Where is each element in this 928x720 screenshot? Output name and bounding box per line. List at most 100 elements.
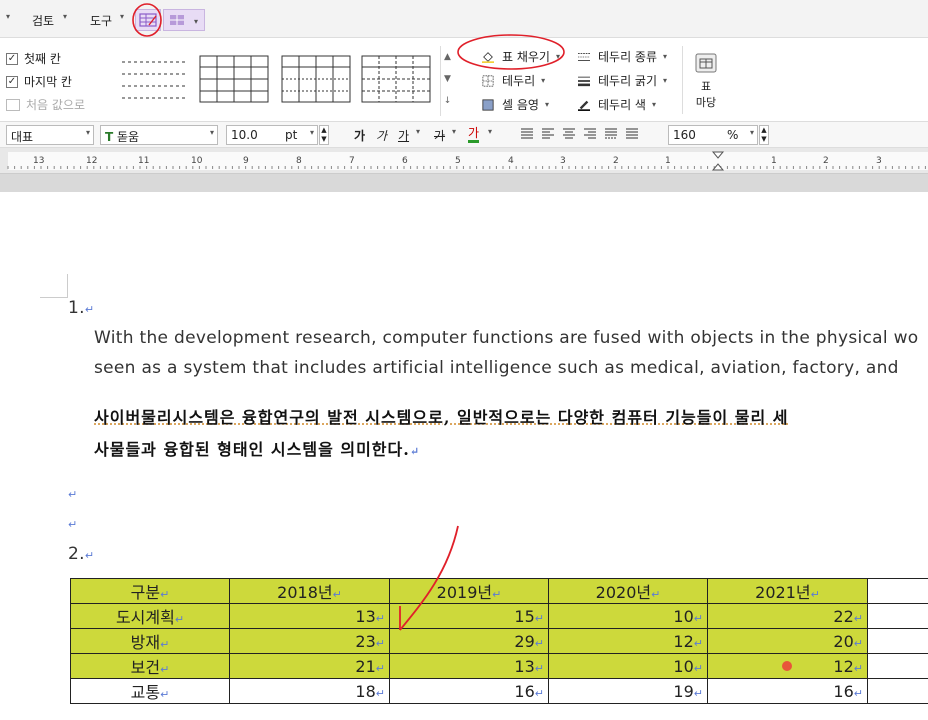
- italic-button[interactable]: 가: [376, 127, 387, 144]
- table-yard-button[interactable]: 표 마당: [692, 52, 720, 111]
- table-cell-extra[interactable]: [867, 653, 928, 679]
- reset-icon: [6, 98, 20, 111]
- list-item-2: 2.↵: [68, 544, 95, 564]
- menu-review-caret[interactable]: ▾: [63, 12, 67, 21]
- value-cell[interactable]: 12↵: [707, 653, 868, 679]
- empty-paragraph: ↵: [68, 518, 78, 531]
- row-label-cell[interactable]: 도시계획↵: [70, 603, 230, 629]
- ruler-label: 13: [33, 156, 44, 166]
- value-cell[interactable]: 13↵: [229, 603, 390, 629]
- paragraph-mark-icon: ↵: [84, 549, 95, 562]
- gallery-scroll[interactable]: ▲ ▼ ↓: [440, 46, 454, 116]
- table-cell-extra[interactable]: [867, 678, 928, 704]
- paragraph-mark-icon: ↵: [84, 303, 95, 316]
- checkbox-checked-icon[interactable]: ✓: [6, 75, 18, 88]
- menu-prev-dropdown[interactable]: ▾: [6, 12, 10, 21]
- header-cell[interactable]: 2020년↵: [548, 578, 708, 604]
- border-type-button[interactable]: 테두리 종류 ▾: [576, 48, 667, 65]
- value-cell[interactable]: 19↵: [548, 678, 708, 704]
- data-table[interactable]: 구분↵ 2018년↵ 2019년↵ 2020년↵ 2021년↵ 도시계획↵ 13…: [70, 578, 928, 704]
- table-style-3[interactable]: [280, 54, 352, 104]
- chevron-down-icon: ▾: [209, 128, 214, 137]
- border-weight-icon: [578, 76, 590, 86]
- strike-button[interactable]: 가: [434, 127, 445, 144]
- value-cell[interactable]: 29↵: [389, 628, 549, 654]
- value-cell[interactable]: 10↵: [548, 603, 708, 629]
- bold-button[interactable]: 가: [354, 127, 365, 144]
- ruler-label: 5: [455, 156, 461, 166]
- reset-option[interactable]: 처음 값으로: [6, 96, 85, 113]
- page-gap: [0, 174, 928, 192]
- align-justify-icon[interactable]: [520, 127, 534, 141]
- border-icon: [482, 74, 494, 87]
- table-cell-extra[interactable]: [867, 603, 928, 629]
- list-item-1: 1.↵: [68, 298, 95, 318]
- ruler-label: 10: [191, 156, 203, 166]
- align-left-icon[interactable]: [541, 127, 555, 141]
- value-cell[interactable]: 10↵: [548, 653, 708, 679]
- header-cell[interactable]: 구분↵: [70, 578, 230, 604]
- border-weight-button[interactable]: 테두리 굵기 ▾: [576, 72, 667, 89]
- distribute-icon[interactable]: [604, 127, 618, 141]
- value-cell[interactable]: 21↵: [229, 653, 390, 679]
- zoom-stepper[interactable]: ▲ ▼: [759, 125, 769, 145]
- ruler-label: 11: [138, 156, 149, 166]
- zoom-select[interactable]: 160% ▾: [668, 125, 758, 145]
- english-line-2: seen as a system that includes artificia…: [94, 358, 899, 378]
- border-button[interactable]: 테두리 ▾: [480, 72, 545, 89]
- first-col-option[interactable]: ✓ 첫째 칸: [6, 50, 61, 67]
- font-size-input[interactable]: 10.0 pt ▾: [226, 125, 318, 145]
- header-cell[interactable]: 2018년↵: [229, 578, 390, 604]
- pen-icon: [578, 100, 590, 111]
- value-cell[interactable]: 13↵: [389, 653, 549, 679]
- ruler-label: 3: [876, 156, 882, 166]
- underline-dropdown[interactable]: ▾: [416, 127, 420, 136]
- svg-text:▾: ▾: [194, 17, 198, 26]
- border-color-button[interactable]: 테두리 색 ▾: [576, 96, 656, 113]
- row-label-cell[interactable]: 방재↵: [70, 628, 230, 654]
- row-label-cell[interactable]: 교통↵: [70, 678, 230, 704]
- format-toolbar: 대표 ▾ T 돋움 ▾ 10.0 pt ▾ ▲ ▼ 가 가 가 ▾ 가 ▾ 가 ▾ 160…: [0, 122, 928, 148]
- ribbon: ✓ 첫째 칸 ✓ 마지막 칸 처음 값으로 ▲ ▼ ↓ 표 채우기 ▾ 테두리 ▾ 셀 음영…: [0, 34, 928, 122]
- font-color-button[interactable]: 가: [468, 126, 480, 143]
- cell-shade-button[interactable]: 셀 음영 ▾: [480, 96, 549, 113]
- divide-icon[interactable]: [625, 127, 639, 141]
- menu-tools-caret[interactable]: ▾: [120, 12, 124, 21]
- table-cell-extra[interactable]: [867, 578, 928, 604]
- underline-button[interactable]: 가: [398, 127, 409, 144]
- row-label-cell[interactable]: 보건↵: [70, 653, 230, 679]
- last-col-option[interactable]: ✓ 마지막 칸: [6, 73, 72, 90]
- menu-review[interactable]: 검토: [32, 12, 54, 29]
- strike-dropdown[interactable]: ▾: [452, 127, 456, 136]
- value-cell[interactable]: 16↵: [707, 678, 868, 704]
- cell-shade-icon: [482, 98, 494, 111]
- font-size-stepper[interactable]: ▲ ▼: [319, 125, 329, 145]
- ruler-label: 8: [296, 156, 302, 166]
- value-cell[interactable]: 16↵: [389, 678, 549, 704]
- annotation-circle-small: [132, 3, 162, 37]
- header-cell[interactable]: 2021년↵: [707, 578, 868, 604]
- document-page[interactable]: 1.↵ With the development research, compu…: [8, 192, 928, 720]
- align-center-icon[interactable]: [562, 127, 576, 141]
- table-style-2[interactable]: [198, 54, 270, 104]
- style-select[interactable]: 대표 ▾: [6, 125, 94, 145]
- value-cell[interactable]: 12↵: [548, 628, 708, 654]
- table-style-1[interactable]: [118, 54, 190, 104]
- table-style-4[interactable]: [360, 54, 432, 104]
- margin-marker: [40, 274, 68, 298]
- empty-paragraph: ↵: [68, 488, 78, 501]
- checkbox-checked-icon[interactable]: ✓: [6, 52, 18, 65]
- table-layout-icon[interactable]: ▾: [163, 9, 205, 31]
- table-row: 도시계획↵ 13↵ 15↵ 10↵ 22↵: [70, 603, 928, 629]
- value-cell[interactable]: 22↵: [707, 603, 868, 629]
- value-cell[interactable]: 18↵: [229, 678, 390, 704]
- font-color-dropdown[interactable]: ▾: [488, 127, 492, 136]
- chevron-down-icon: ▾: [749, 128, 754, 137]
- table-cell-extra[interactable]: [867, 628, 928, 654]
- align-right-icon[interactable]: [583, 127, 597, 141]
- value-cell[interactable]: 20↵: [707, 628, 868, 654]
- font-select[interactable]: T 돋움 ▾: [100, 125, 218, 145]
- menu-tools[interactable]: 도구: [90, 12, 112, 29]
- horizontal-ruler[interactable]: 13 12 11 10 9 8 7 6 5 4 3 2 1 1 2 3: [0, 148, 928, 174]
- value-cell[interactable]: 23↵: [229, 628, 390, 654]
